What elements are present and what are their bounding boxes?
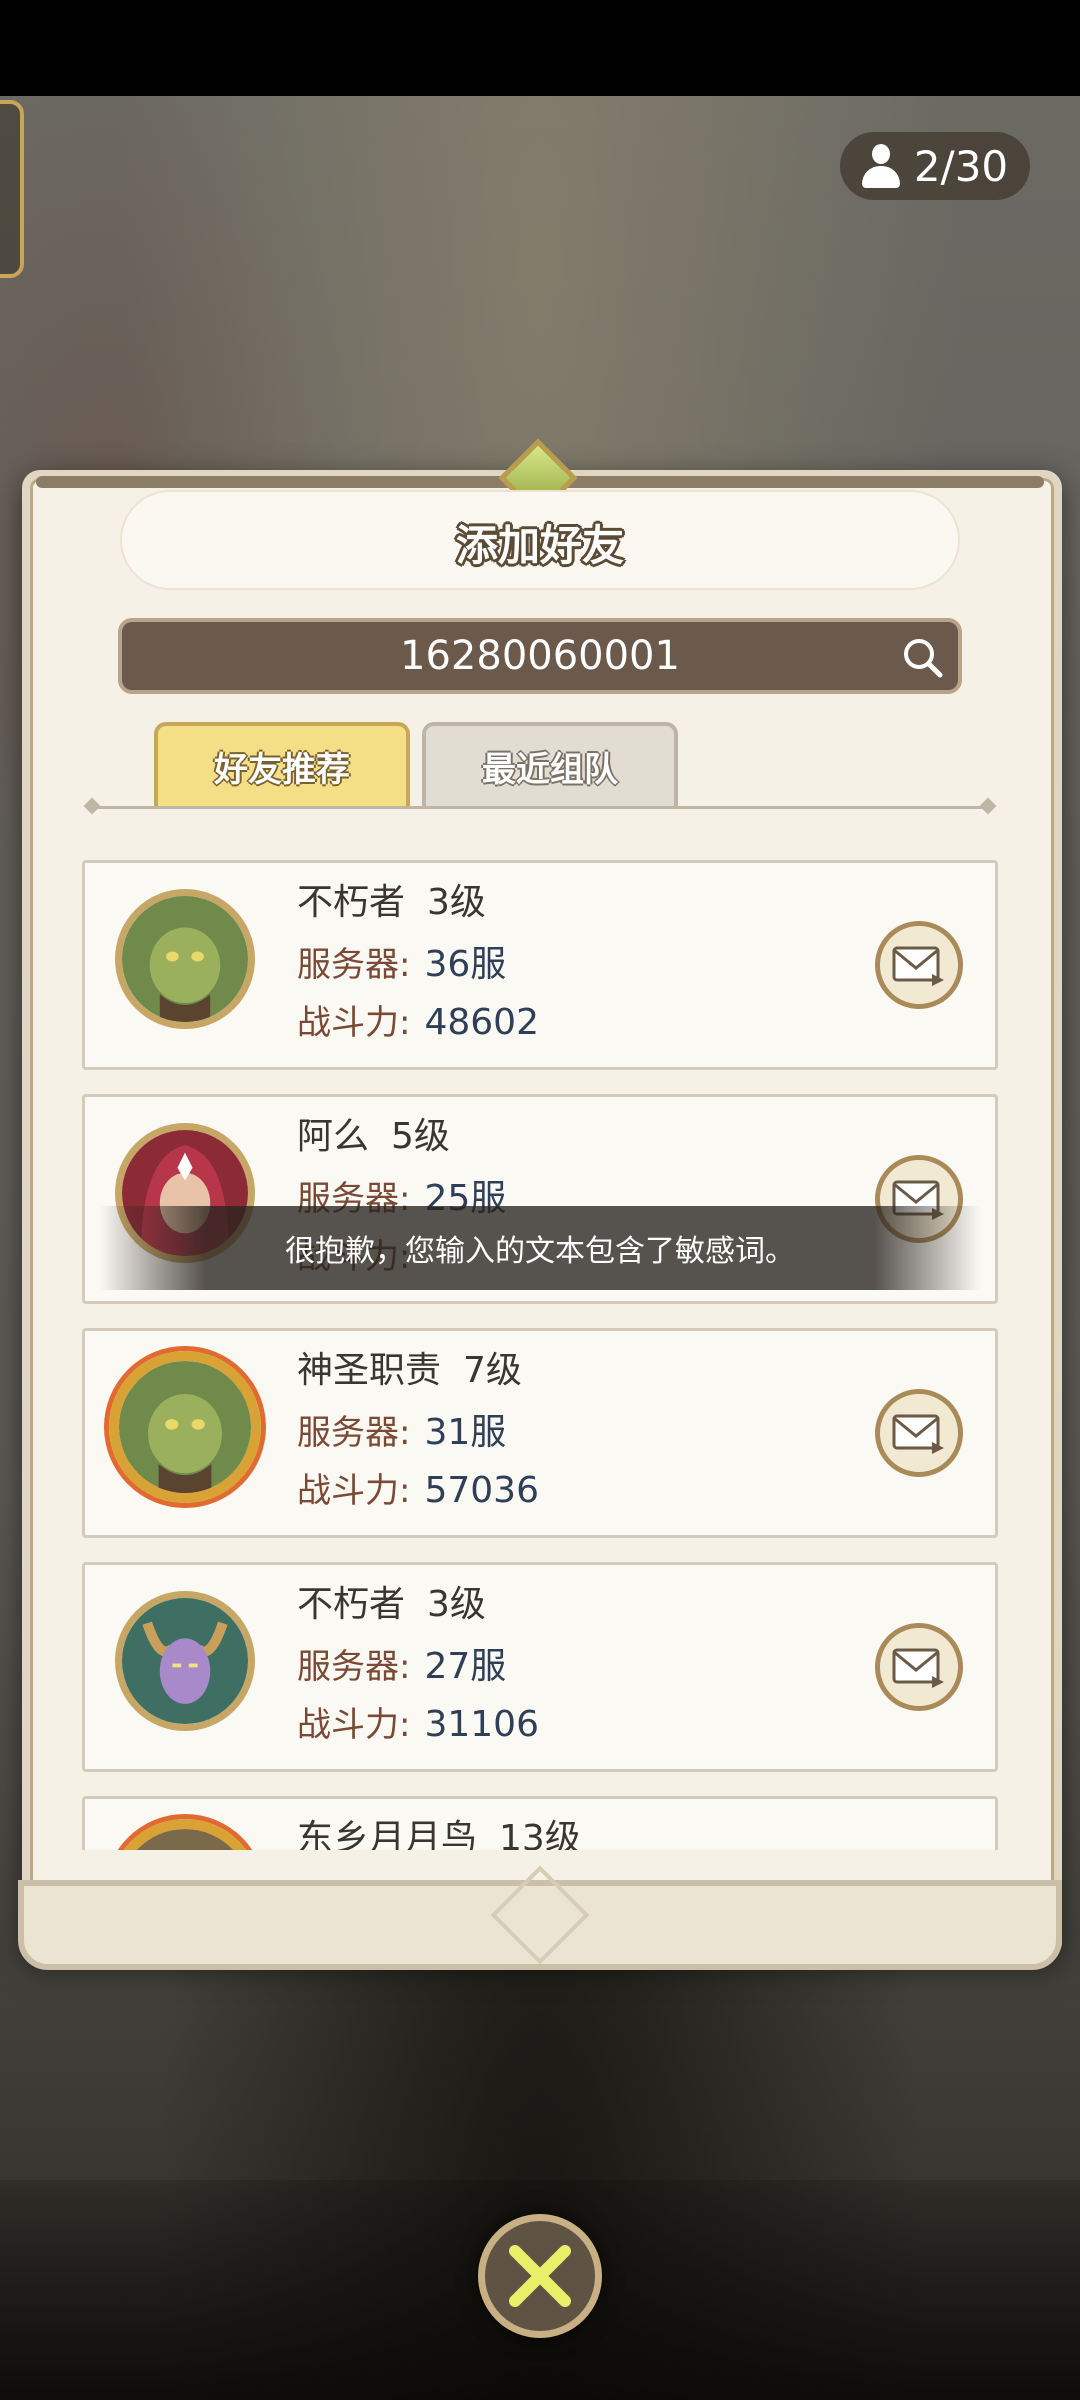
player-name: 不朽者 3级 bbox=[297, 882, 486, 923]
goblin-avatar-icon[interactable] bbox=[115, 889, 255, 1029]
friend-count-badge: 2/30 bbox=[840, 132, 1030, 200]
send-request-button[interactable] bbox=[875, 1623, 963, 1711]
player-server: 服务器: 36服 bbox=[297, 944, 507, 985]
status-bar bbox=[0, 0, 1080, 96]
horned-elf-avatar-icon[interactable] bbox=[115, 1591, 255, 1731]
list-item: 东乡月月鸟 13级 bbox=[82, 1796, 998, 1850]
search-input[interactable] bbox=[122, 622, 958, 690]
dialog-title: 添加好友 bbox=[455, 521, 624, 570]
send-request-button[interactable] bbox=[875, 1389, 963, 1477]
friend-count-text: 2/30 bbox=[913, 141, 1009, 191]
person-icon bbox=[861, 144, 900, 188]
gold-frame-avatar-icon[interactable] bbox=[109, 1819, 261, 1850]
tab-recent-team[interactable]: 最近组队 bbox=[422, 722, 678, 806]
mail-icon bbox=[892, 1414, 944, 1454]
mail-icon bbox=[892, 1648, 944, 1688]
player-server: 服务器: 27服 bbox=[297, 1646, 507, 1687]
send-request-button[interactable] bbox=[875, 921, 963, 1009]
close-button[interactable] bbox=[478, 2214, 602, 2338]
player-power: 战斗力: 31106 bbox=[297, 1704, 539, 1745]
search-box bbox=[118, 618, 962, 694]
search-icon[interactable] bbox=[900, 635, 944, 679]
player-name: 东乡月月鸟 13级 bbox=[297, 1818, 581, 1850]
player-power: 战斗力: 48602 bbox=[297, 1002, 539, 1043]
goblin-avatar-gold-frame-icon[interactable] bbox=[109, 1351, 261, 1503]
player-name: 阿么 5级 bbox=[297, 1116, 450, 1157]
list-item: 不朽者 3级 服务器: 36服 战斗力: 48602 bbox=[82, 860, 998, 1070]
player-name: 神圣职责 7级 bbox=[297, 1350, 522, 1391]
list-item: 不朽者 3级 服务器: 27服 战斗力: 31106 bbox=[82, 1562, 998, 1772]
player-list[interactable]: 不朽者3级 服务器:36服 战斗力:48602 阿么5级 服务器:25服 战斗力… bbox=[82, 860, 998, 1850]
side-frame-decoration bbox=[0, 100, 24, 278]
tab-divider bbox=[92, 806, 988, 809]
close-icon bbox=[509, 2245, 571, 2307]
list-item: 神圣职责 7级 服务器: 31服 战斗力: 57036 bbox=[82, 1328, 998, 1538]
mail-icon bbox=[892, 946, 944, 986]
player-server: 服务器: 31服 bbox=[297, 1412, 507, 1453]
tab-friend-recommend[interactable]: 好友推荐 bbox=[154, 722, 410, 806]
player-name: 不朽者 3级 bbox=[297, 1584, 486, 1625]
sensitive-word-toast: 很抱歉，您输入的文本包含了敏感词。 bbox=[100, 1206, 980, 1290]
player-power: 战斗力: 57036 bbox=[297, 1470, 539, 1511]
